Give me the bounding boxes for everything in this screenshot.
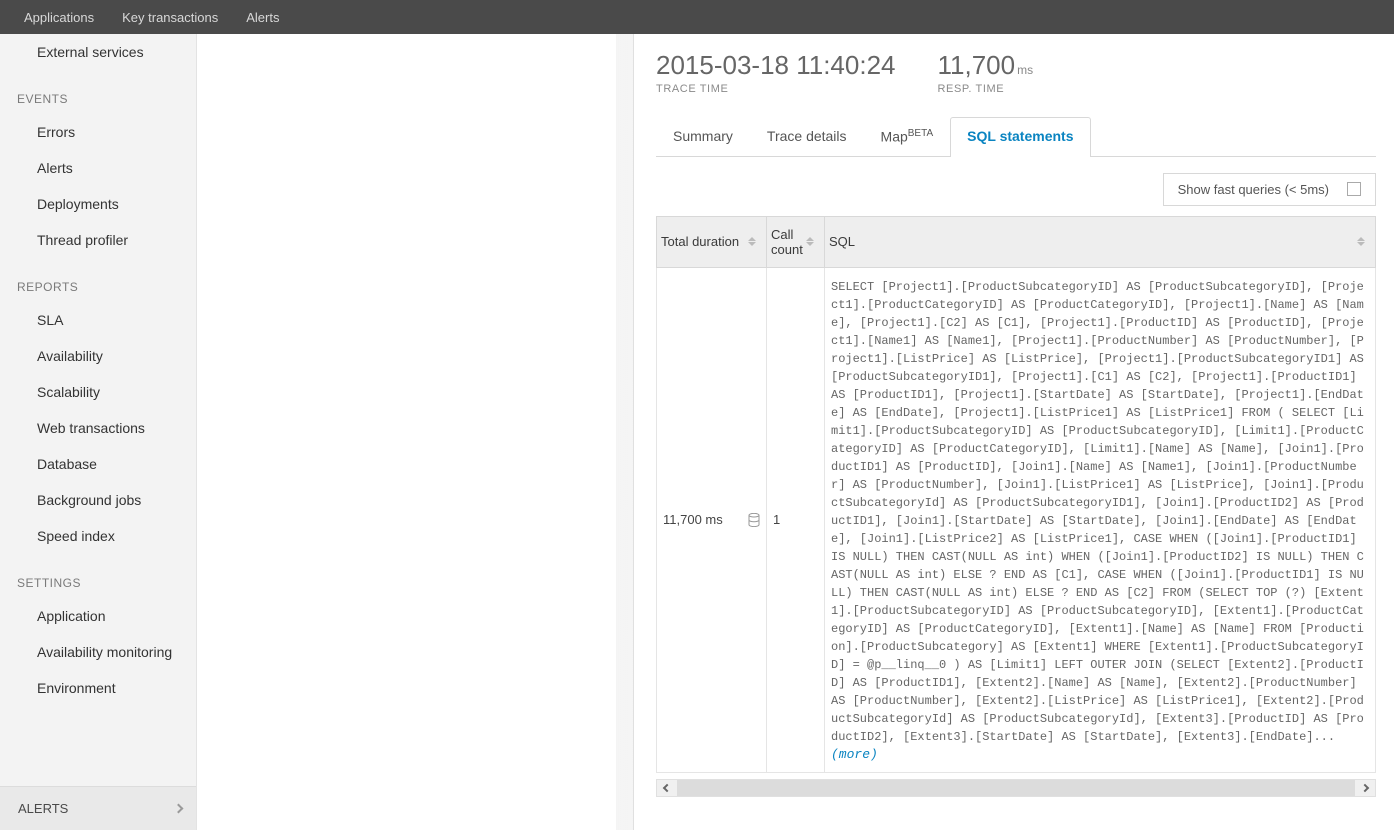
tab-map-label: Map <box>881 129 908 145</box>
database-icon <box>748 513 760 527</box>
sidebar-item-availability-monitoring[interactable]: Availability monitoring <box>0 634 196 670</box>
fast-queries-checkbox[interactable] <box>1347 182 1361 196</box>
topnav-alerts[interactable]: Alerts <box>232 10 293 25</box>
scroll-right-button[interactable] <box>1355 780 1375 796</box>
fast-queries-label: Show fast queries (< 5ms) <box>1178 182 1329 197</box>
chevron-right-icon <box>1361 783 1369 791</box>
tab-sql-statements[interactable]: SQL statements <box>950 117 1090 157</box>
top-nav: Applications Key transactions Alerts <box>0 0 1394 34</box>
row-call-count: 1 <box>773 512 780 527</box>
sort-icon <box>806 237 814 246</box>
detail-panel: 2015-03-18 11:40:24 TRACE TIME 11,700ms … <box>634 34 1394 830</box>
col-sql-label: SQL <box>829 234 855 249</box>
sql-table: Total duration Call count SQL 11,700 ms <box>656 216 1376 773</box>
more-link[interactable]: (more) <box>831 747 878 762</box>
resp-time-label: RESP. TIME <box>938 83 1034 95</box>
sidebar-item-scalability[interactable]: Scalability <box>0 374 196 410</box>
sidebar-item-thread-profiler[interactable]: Thread profiler <box>0 222 196 258</box>
col-duration-label: Total duration <box>661 234 739 249</box>
topnav-key-transactions[interactable]: Key transactions <box>108 10 232 25</box>
scroll-thumb[interactable] <box>677 780 1355 796</box>
col-total-duration[interactable]: Total duration <box>657 217 767 267</box>
row-sql-text: SELECT [Project1].[ProductSubcategoryID]… <box>831 280 1364 744</box>
sidebar-group-settings: SETTINGS <box>0 554 196 598</box>
show-fast-queries-toggle[interactable]: Show fast queries (< 5ms) <box>1163 173 1376 206</box>
tab-trace-details[interactable]: Trace details <box>750 117 864 157</box>
tab-map[interactable]: MapBETA <box>864 117 951 157</box>
row-duration: 11,700 ms <box>663 513 723 526</box>
table-row[interactable]: 11,700 ms 1 SELECT [Project1].[ProductSu… <box>656 268 1376 773</box>
resp-time-unit: ms <box>1017 63 1033 77</box>
chevron-left-icon <box>663 783 671 791</box>
resp-time-value: 11,700 <box>938 50 1016 80</box>
sidebar-item-deployments[interactable]: Deployments <box>0 186 196 222</box>
tab-map-badge: BETA <box>908 128 933 139</box>
sidebar-item-sla[interactable]: SLA <box>0 302 196 338</box>
horizontal-scrollbar[interactable] <box>656 779 1376 797</box>
trace-time-metric: 2015-03-18 11:40:24 TRACE TIME <box>656 50 896 95</box>
sidebar-item-availability[interactable]: Availability <box>0 338 196 374</box>
sidebar-item-speed-index[interactable]: Speed index <box>0 518 196 554</box>
sidebar-item-errors[interactable]: Errors <box>0 114 196 150</box>
table-header: Total duration Call count SQL <box>656 216 1376 268</box>
sidebar: External services EVENTS Errors Alerts D… <box>0 34 197 830</box>
sidebar-item-environment[interactable]: Environment <box>0 670 196 706</box>
col-count-label: Call count <box>771 227 804 257</box>
sort-icon <box>748 237 756 246</box>
sidebar-alerts-label: ALERTS <box>18 801 68 816</box>
topnav-applications[interactable]: Applications <box>10 10 108 25</box>
resp-time-metric: 11,700ms RESP. TIME <box>938 50 1034 95</box>
sidebar-group-reports: REPORTS <box>0 258 196 302</box>
trace-time-value: 2015-03-18 11:40:24 <box>656 50 896 81</box>
sidebar-alerts-footer[interactable]: ALERTS <box>0 786 196 830</box>
trace-time-label: TRACE TIME <box>656 83 896 95</box>
sidebar-item-external-services[interactable]: External services <box>0 34 196 70</box>
middle-panel <box>197 34 634 830</box>
sidebar-item-application[interactable]: Application <box>0 598 196 634</box>
detail-tabs: Summary Trace details MapBETA SQL statem… <box>656 117 1376 157</box>
sidebar-item-alerts[interactable]: Alerts <box>0 150 196 186</box>
scroll-left-button[interactable] <box>657 780 677 796</box>
sort-icon <box>1357 237 1365 246</box>
sidebar-item-background-jobs[interactable]: Background jobs <box>0 482 196 518</box>
chevron-right-icon <box>174 804 184 814</box>
sidebar-group-events: EVENTS <box>0 70 196 114</box>
sidebar-item-web-transactions[interactable]: Web transactions <box>0 410 196 446</box>
col-sql[interactable]: SQL <box>825 217 1375 267</box>
tab-summary[interactable]: Summary <box>656 117 750 157</box>
col-call-count[interactable]: Call count <box>767 217 825 267</box>
sidebar-item-database[interactable]: Database <box>0 446 196 482</box>
